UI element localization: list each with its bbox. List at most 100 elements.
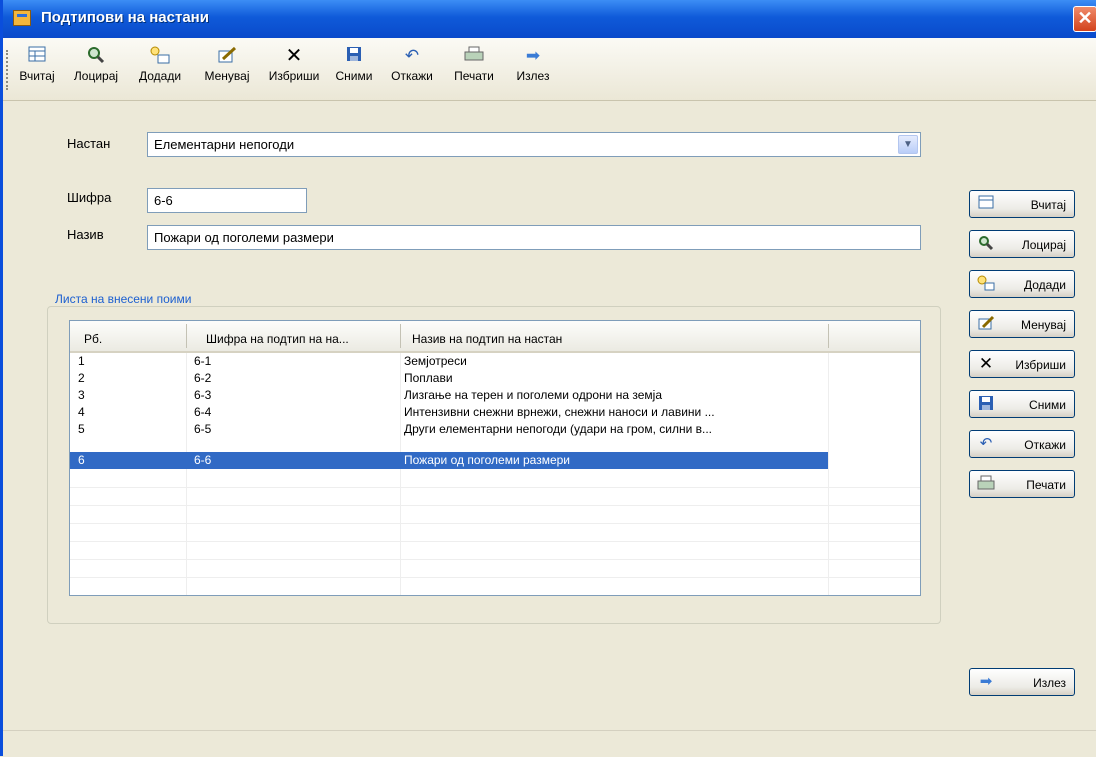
column-header-rb[interactable]: Рб. [84, 332, 102, 346]
naziv-label: Назив [67, 227, 104, 242]
toolbar-locate-label: Лоцирај [73, 69, 119, 83]
cancel-button-label: Откажи [1024, 438, 1066, 452]
column-divider[interactable] [828, 324, 829, 348]
table-row-selected[interactable]: 6 6-6 Пожари од поголеми размери [70, 452, 828, 469]
print-icon [445, 46, 503, 66]
undo-icon: ↶ [979, 435, 993, 452]
toolbar-locate-button[interactable]: Лоцирај [67, 46, 125, 83]
grid-icon [11, 46, 63, 66]
cell-rb: 5 [78, 422, 85, 436]
toolbar-delete-button[interactable]: ✕ Избриши [263, 46, 325, 83]
delete-icon: ✕ [285, 45, 303, 67]
add-button[interactable]: Додади [969, 270, 1075, 298]
main-window: Подтипови на настани ✕ Вчитај Лоцирај До… [0, 0, 1096, 757]
search-icon [977, 235, 995, 253]
edit-button-label: Менувај [1020, 318, 1066, 332]
toolbar-print-label: Печати [454, 69, 494, 83]
toolbar-print-button[interactable]: Печати [445, 46, 503, 83]
print-button-label: Печати [1026, 478, 1066, 492]
grid-line [70, 559, 920, 560]
edit-button[interactable]: Менувај [969, 310, 1075, 338]
toolbar-load-button[interactable]: Вчитај [11, 46, 63, 83]
records-grid[interactable]: Рб. Шифра на подтип на на... Назив на по… [69, 320, 921, 596]
delete-button-label: Избриши [1015, 358, 1066, 372]
print-button[interactable]: Печати [969, 470, 1075, 498]
cancel-button[interactable]: ↶ Откажи [969, 430, 1075, 458]
exit-arrow-icon: ➡ [979, 673, 993, 690]
save-button[interactable]: Сними [969, 390, 1075, 418]
grid-line [70, 577, 920, 578]
cell-naziv: Лизгање на терен и поголеми одрони на зе… [404, 388, 662, 402]
add-icon [977, 275, 995, 293]
toolbar-cancel-label: Откажи [391, 69, 433, 83]
sifra-field[interactable] [147, 188, 307, 213]
cell-sifra: 6-4 [194, 405, 212, 419]
toolbar-add-label: Додади [138, 69, 182, 83]
column-divider[interactable] [400, 324, 401, 348]
toolbar-delete-label: Избриши [268, 69, 320, 83]
sifra-input[interactable] [148, 189, 306, 212]
grid-line [70, 541, 920, 542]
grid-line [70, 487, 920, 488]
nastan-value: Елементарни непогоди [154, 137, 295, 152]
cell-rb: 4 [78, 405, 85, 419]
cell-sifra: 6-5 [194, 422, 212, 436]
cell-naziv: Пожари од поголеми размери [404, 453, 570, 467]
chevron-down-icon[interactable]: ▼ [898, 135, 918, 154]
undo-icon: ↶ [404, 46, 420, 65]
print-icon [977, 475, 995, 493]
add-button-label: Додади [1023, 278, 1066, 292]
edit-icon [195, 46, 259, 66]
table-row[interactable]: 3 6-3 Лизгање на терен и поголеми одрони… [70, 387, 828, 404]
cell-sifra: 6-3 [194, 388, 212, 402]
delete-button[interactable]: ✕ Избриши [969, 350, 1075, 378]
locate-button[interactable]: Лоцирај [969, 230, 1075, 258]
toolbar-exit-label: Излез [516, 69, 550, 83]
exit-button[interactable]: ➡ Излез [969, 668, 1075, 696]
column-header-sifra[interactable]: Шифра на подтип на на... [206, 332, 349, 346]
search-icon [67, 46, 125, 66]
toolbar-exit-button[interactable]: ➡ Излез [509, 46, 557, 83]
nastan-combobox[interactable]: Елементарни непогоди ▼ [147, 132, 921, 157]
toolbar-cancel-button[interactable]: ↶ Откажи [383, 46, 441, 83]
toolbar-load-label: Вчитај [19, 69, 55, 83]
column-header-naziv[interactable]: Назив на подтип на настан [412, 332, 562, 346]
locate-button-label: Лоцирај [1021, 238, 1066, 252]
title-bar[interactable]: Подтипови на настани ✕ [3, 0, 1096, 38]
cell-sifra: 6-6 [194, 453, 212, 467]
grid-line [70, 523, 920, 524]
cell-naziv: Поплави [404, 371, 453, 385]
close-button[interactable]: ✕ [1073, 6, 1096, 32]
toolbar-save-label: Сними [335, 69, 373, 83]
grid-line [70, 505, 920, 506]
naziv-input[interactable] [148, 226, 920, 249]
toolbar-add-button[interactable]: Додади [131, 46, 189, 83]
status-bar [3, 730, 1096, 757]
cell-naziv: Други елементарни непогоди (удари на гро… [404, 422, 712, 436]
table-row[interactable]: 1 6-1 Земјотреси [70, 353, 828, 370]
cell-rb: 1 [78, 354, 85, 368]
toolbar: Вчитај Лоцирај Додади Менувај ✕ Избриши [3, 38, 1096, 101]
cell-naziv: Земјотреси [404, 354, 467, 368]
delete-icon: ✕ [978, 354, 994, 373]
exit-arrow-icon: ➡ [525, 46, 541, 65]
table-row[interactable]: 5 6-5 Други елементарни непогоди (удари … [70, 421, 828, 438]
sifra-label: Шифра [67, 190, 112, 205]
load-button[interactable]: Вчитај [969, 190, 1075, 218]
column-divider[interactable] [186, 324, 187, 348]
save-icon [977, 395, 995, 413]
table-row[interactable]: 4 6-4 Интензивни снежни врнежи, снежни н… [70, 404, 828, 421]
window-title: Подтипови на настани [41, 9, 209, 26]
toolbar-edit-button[interactable]: Менувај [195, 46, 259, 83]
edit-icon [977, 315, 995, 333]
nastan-label: Настан [67, 136, 111, 151]
cell-rb: 6 [78, 453, 85, 467]
toolbar-save-button[interactable]: Сними [329, 46, 379, 83]
grid-icon [977, 195, 995, 213]
cell-rb: 3 [78, 388, 85, 402]
cell-naziv: Интензивни снежни врнежи, снежни наноси … [404, 405, 715, 419]
naziv-field[interactable] [147, 225, 921, 250]
add-icon [131, 46, 189, 66]
table-row[interactable]: 2 6-2 Поплави [70, 370, 828, 387]
toolbar-edit-label: Менувај [204, 69, 250, 83]
